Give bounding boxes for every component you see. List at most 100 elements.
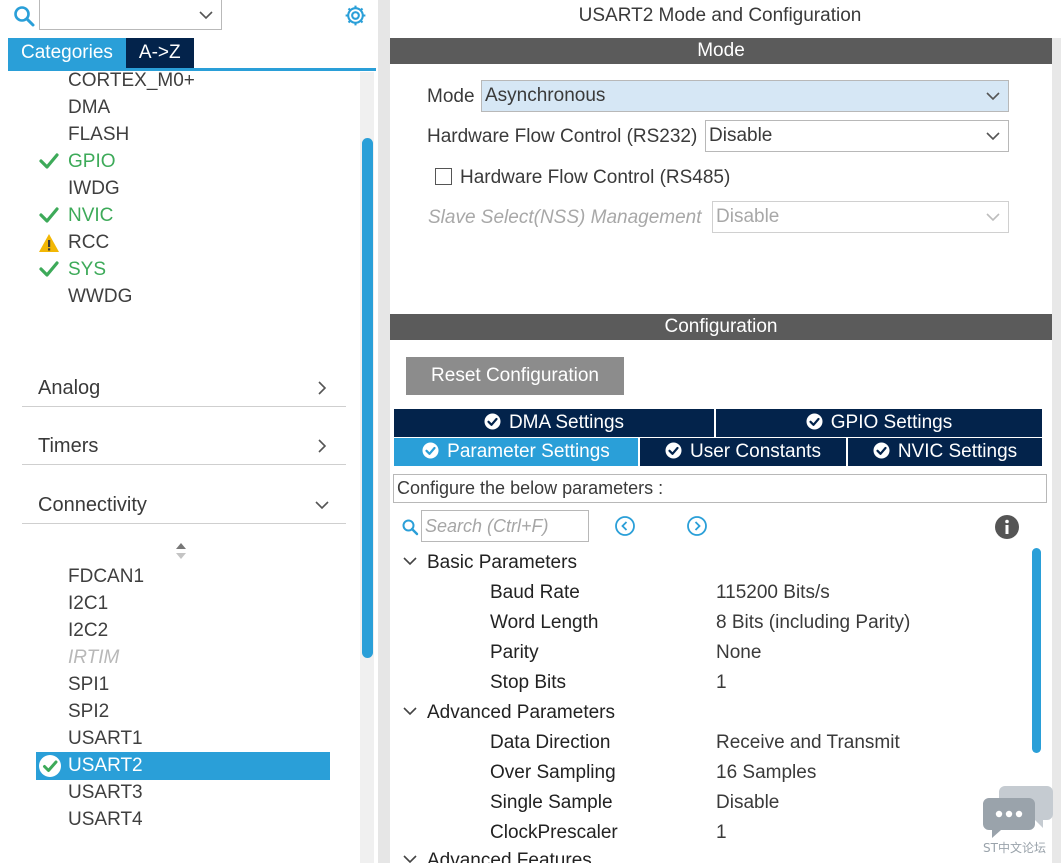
search-icon — [402, 519, 419, 536]
chevron-down-icon — [986, 132, 1000, 141]
tab-parameter-settings[interactable]: Parameter Settings — [394, 438, 638, 466]
tree-item-rcc[interactable]: RCC — [68, 230, 109, 256]
param-value[interactable]: 1 — [716, 672, 727, 694]
param-name: Over Sampling — [490, 762, 616, 783]
mode-select-value: Asynchronous — [485, 85, 606, 106]
tree-item-dma[interactable]: DMA — [68, 95, 110, 121]
check-icon — [422, 442, 439, 459]
check-icon — [39, 261, 59, 277]
tab-categories[interactable]: Categories — [8, 38, 126, 68]
search-icon[interactable] — [12, 4, 36, 28]
tree-item-spi2[interactable]: SPI2 — [68, 699, 109, 725]
group-advanced-parameters[interactable]: Advanced Parameters — [402, 702, 615, 724]
param-name: Stop Bits — [490, 672, 567, 693]
tree-item-wwdg[interactable]: WWDG — [68, 284, 132, 310]
tab-label: DMA Settings — [508, 412, 625, 433]
param-value[interactable]: None — [716, 642, 761, 664]
gear-icon[interactable] — [343, 3, 368, 28]
warning-icon — [39, 234, 59, 252]
search-input[interactable] — [39, 0, 222, 30]
right-scrollbar-track[interactable] — [1052, 38, 1061, 863]
param-name: Word Length — [490, 612, 599, 633]
chevron-down-icon — [403, 557, 417, 566]
tree-item-usart3[interactable]: USART3 — [68, 780, 143, 806]
previous-icon[interactable] — [614, 515, 636, 537]
hfc485-label[interactable]: Hardware Flow Control (RS485) — [460, 167, 730, 189]
configuration-header: Configuration — [390, 314, 1052, 340]
tree-item-flash[interactable]: FLASH — [68, 122, 129, 148]
tree-item-irtim: IRTIM — [68, 647, 120, 668]
tree-item-gpio[interactable]: GPIO — [68, 149, 116, 175]
chevron-down-icon[interactable] — [197, 6, 215, 24]
section-label: Timers — [38, 435, 99, 457]
section-label: Connectivity — [38, 494, 147, 516]
check-icon — [39, 755, 61, 777]
check-icon — [806, 413, 823, 430]
reset-configuration-button[interactable]: Reset Configuration — [406, 357, 624, 395]
param-value[interactable]: 16 Samples — [716, 762, 816, 784]
nss-select: Disable — [712, 201, 1009, 233]
info-icon[interactable] — [994, 514, 1020, 540]
chevron-down-icon — [403, 707, 417, 716]
tree-item-sys[interactable]: SYS — [68, 257, 106, 283]
param-value[interactable]: Receive and Transmit — [716, 732, 900, 754]
hfc232-select[interactable]: Disable — [705, 120, 1009, 152]
tab-nvic-settings[interactable]: NVIC Settings — [848, 438, 1042, 466]
group-advanced-features[interactable]: Advanced Features — [402, 850, 592, 863]
tree-item-usart4[interactable]: USART4 — [68, 807, 143, 833]
nss-label: Slave Select(NSS) Management — [428, 207, 702, 228]
tab-gpio-settings[interactable]: GPIO Settings — [716, 409, 1042, 437]
group-label: Advanced Parameters — [427, 702, 615, 723]
chevron-right-icon — [318, 381, 327, 395]
page-title: USART2 Mode and Configuration — [578, 5, 862, 26]
mode-label: Mode — [427, 86, 475, 107]
tree-item-cortex[interactable]: CORTEX_M0+ — [68, 68, 195, 94]
tree-item-fdcan1[interactable]: FDCAN1 — [68, 564, 144, 590]
chevron-down-icon — [986, 92, 1000, 101]
hfc485-checkbox[interactable] — [435, 168, 452, 185]
param-value[interactable]: 115200 Bits/s — [716, 582, 830, 604]
tree-item-nvic[interactable]: NVIC — [68, 203, 113, 229]
left-scrollbar-thumb[interactable] — [362, 138, 373, 658]
param-name: Baud Rate — [490, 582, 580, 603]
category-tabs: Categories A->Z — [8, 38, 194, 68]
param-value[interactable]: 8 Bits (including Parity) — [716, 612, 910, 634]
param-name: Data Direction — [490, 732, 611, 753]
chevron-right-icon — [318, 439, 327, 453]
tree-item-i2c1[interactable]: I2C1 — [68, 591, 108, 617]
tab-user-constants[interactable]: User Constants — [640, 438, 846, 466]
hfc232-label: Hardware Flow Control (RS232) — [427, 126, 698, 147]
tree-item-i2c2[interactable]: I2C2 — [68, 618, 108, 644]
tab-label: NVIC Settings — [897, 441, 1018, 462]
tab-dma-settings[interactable]: DMA Settings — [394, 409, 714, 437]
parameter-search-input[interactable]: Search (Ctrl+F) — [421, 510, 589, 542]
chevron-down-icon — [315, 501, 329, 510]
check-icon — [39, 153, 59, 169]
tree-item-usart1[interactable]: USART1 — [68, 726, 143, 752]
group-basic-parameters[interactable]: Basic Parameters — [402, 552, 577, 574]
mode-select[interactable]: Asynchronous — [481, 80, 1009, 112]
tree-item-usart2[interactable]: USART2 — [36, 752, 330, 780]
check-icon — [484, 413, 501, 430]
section-timers[interactable]: Timers — [22, 425, 346, 465]
section-analog[interactable]: Analog — [22, 367, 346, 407]
group-label: Basic Parameters — [427, 552, 577, 573]
tree-item-spi1[interactable]: SPI1 — [68, 672, 109, 698]
tree-item-label: USART2 — [68, 755, 143, 776]
parameter-scrollbar-thumb[interactable] — [1032, 548, 1041, 753]
check-icon — [873, 442, 890, 459]
right-panel: USART2 Mode and Configuration Mode Mode … — [390, 0, 1061, 863]
section-connectivity[interactable]: Connectivity — [22, 484, 346, 524]
hfc232-select-value: Disable — [709, 125, 773, 146]
param-name: Single Sample — [490, 792, 613, 813]
tree-item-iwdg[interactable]: IWDG — [68, 176, 120, 202]
chevron-down-icon — [403, 855, 417, 863]
sort-icon[interactable] — [174, 542, 188, 560]
param-value[interactable]: Disable — [716, 792, 779, 814]
nss-select-value: Disable — [716, 206, 780, 227]
panel-splitter[interactable] — [378, 0, 390, 863]
next-icon[interactable] — [686, 515, 708, 537]
tab-a-to-z[interactable]: A->Z — [125, 38, 194, 68]
check-icon — [39, 207, 59, 223]
param-value[interactable]: 1 — [716, 822, 727, 844]
